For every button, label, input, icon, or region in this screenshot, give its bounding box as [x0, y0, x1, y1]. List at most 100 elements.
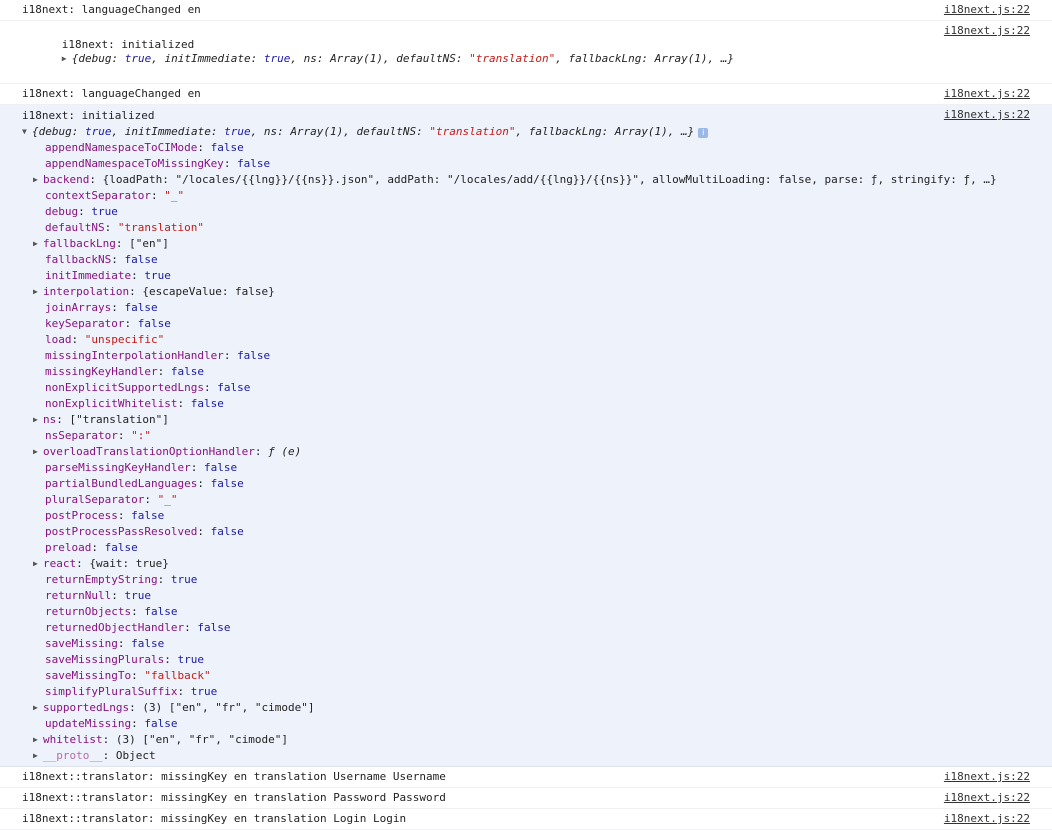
- property-value: false: [124, 253, 158, 266]
- console-message: i18next: languageChanged en i18next.js:2…: [0, 0, 1052, 21]
- property-value: {wait: true}: [89, 557, 169, 570]
- property-key: whitelist: [43, 733, 103, 746]
- property-row: defaultNS: "translation": [45, 221, 204, 234]
- devtools-console: i18next: languageChanged en i18next.js:2…: [0, 0, 1052, 830]
- property-key: pluralSeparator: [45, 493, 145, 506]
- source-link[interactable]: i18next.js:22: [944, 24, 1030, 38]
- property-value: false: [210, 141, 244, 154]
- property-value: true: [177, 653, 204, 666]
- property-key: postProcess: [45, 509, 118, 522]
- property-row: contextSeparator: "_": [45, 189, 185, 202]
- property-row: saveMissingTo: "fallback": [45, 669, 211, 682]
- expand-triangle-icon[interactable]: [33, 556, 43, 572]
- expand-triangle-icon[interactable]: [33, 748, 43, 764]
- property-row: nsSeparator: ":": [45, 429, 151, 442]
- console-message: i18next: initialized {debug: true, initI…: [0, 21, 1052, 84]
- property-row[interactable]: overloadTranslationOptionHandler: ƒ (e): [22, 444, 1052, 460]
- source-link[interactable]: i18next.js:22: [944, 770, 1030, 784]
- property-row: postProcess: false: [45, 509, 165, 522]
- property-value: true: [190, 685, 218, 698]
- console-message: i18next::translator: missingKey en trans…: [0, 809, 1052, 830]
- property-key: missingInterpolationHandler: [45, 349, 224, 362]
- expand-triangle-icon[interactable]: [33, 236, 43, 252]
- property-value: false: [104, 541, 138, 554]
- property-value: (3) ["en", "fr", "cimode"]: [115, 733, 289, 746]
- property-key: saveMissing: [45, 637, 118, 650]
- property-value: false: [203, 461, 238, 474]
- property-value: "_": [157, 493, 178, 506]
- object-preview[interactable]: {debug: true, initImmediate: true, ns: A…: [72, 52, 734, 65]
- property-row[interactable]: ns: ["translation"]: [22, 412, 1052, 428]
- property-row: postProcessPassResolved: false: [45, 525, 244, 538]
- property-row[interactable]: supportedLngs: (3) ["en", "fr", "cimode"…: [22, 700, 1052, 716]
- property-key: saveMissingPlurals: [45, 653, 165, 666]
- property-key: ns: [43, 413, 57, 426]
- collapse-triangle-icon[interactable]: [22, 124, 32, 140]
- property-row: appendNamespaceToCIMode: false: [45, 141, 244, 154]
- property-row[interactable]: react: {wait: true}: [22, 556, 1052, 572]
- property-row[interactable]: __proto__: Object: [22, 748, 1052, 764]
- property-value: false: [217, 381, 251, 394]
- property-value: ["en"]: [129, 237, 169, 250]
- console-message: i18next: languageChanged en i18next.js:2…: [0, 84, 1052, 105]
- property-row: nonExplicitSupportedLngs: false: [45, 381, 251, 394]
- property-row[interactable]: backend: {loadPath: "/locales/{{lng}}/{{…: [22, 172, 1052, 188]
- expand-triangle-icon[interactable]: [62, 52, 72, 66]
- property-key: fallbackLng: [43, 237, 116, 250]
- property-row: joinArrays: false: [45, 301, 158, 314]
- property-key: returnedObjectHandler: [45, 621, 185, 634]
- console-message: i18next::translator: missingKey en trans…: [0, 767, 1052, 788]
- property-key: parseMissingKeyHandler: [45, 461, 191, 474]
- expand-triangle-icon[interactable]: [33, 700, 43, 716]
- source-link[interactable]: i18next.js:22: [944, 108, 1030, 122]
- property-row: keySeparator: false: [45, 317, 171, 330]
- source-link[interactable]: i18next.js:22: [944, 791, 1030, 805]
- message-text: i18next::translator: missingKey en trans…: [22, 812, 407, 825]
- info-icon[interactable]: i: [698, 128, 709, 138]
- object-summary[interactable]: {debug: true, initImmediate: true, ns: A…: [22, 124, 1052, 140]
- source-link[interactable]: i18next.js:22: [944, 3, 1030, 17]
- property-row: missingInterpolationHandler: false: [45, 349, 271, 362]
- property-row[interactable]: interpolation: {escapeValue: false}: [22, 284, 1052, 300]
- property-key: contextSeparator: [45, 189, 151, 202]
- expand-triangle-icon[interactable]: [33, 732, 43, 748]
- property-key: nonExplicitWhitelist: [45, 397, 178, 410]
- source-link[interactable]: i18next.js:22: [944, 87, 1030, 101]
- property-row[interactable]: fallbackLng: ["en"]: [22, 236, 1052, 252]
- property-key: postProcessPassResolved: [45, 525, 198, 538]
- property-value: "fallback": [144, 669, 211, 682]
- property-key: fallbackNS: [45, 253, 112, 266]
- property-value: false: [210, 525, 244, 538]
- property-value: false: [197, 621, 231, 634]
- expand-triangle-icon[interactable]: [33, 284, 43, 300]
- console-message-expanded: i18next: initialized {debug: true, initI…: [0, 105, 1052, 767]
- property-row[interactable]: whitelist: (3) ["en", "fr", "cimode"]: [22, 732, 1052, 748]
- property-row: returnedObjectHandler: false: [45, 621, 231, 634]
- property-key: returnObjects: [45, 605, 132, 618]
- property-key: __proto__: [43, 749, 103, 762]
- expand-triangle-icon[interactable]: [33, 444, 43, 460]
- property-row: returnNull: true: [45, 589, 151, 602]
- expand-triangle-icon[interactable]: [33, 172, 43, 188]
- property-row: saveMissingPlurals: true: [45, 653, 204, 666]
- property-key: appendNamespaceToMissingKey: [45, 157, 224, 170]
- property-row: load: "unspecific": [45, 333, 165, 346]
- property-key: load: [45, 333, 72, 346]
- property-value: Object: [115, 749, 156, 762]
- property-key: preload: [45, 541, 92, 554]
- property-value: "_": [164, 189, 185, 202]
- property-value: false: [170, 365, 204, 378]
- property-value: true: [124, 589, 151, 602]
- property-value: true: [170, 573, 198, 586]
- property-row: returnObjects: false: [45, 605, 178, 618]
- property-key: keySeparator: [45, 317, 125, 330]
- source-link[interactable]: i18next.js:22: [944, 812, 1030, 826]
- property-row: fallbackNS: false: [45, 253, 158, 266]
- property-row: nonExplicitWhitelist: false: [45, 397, 224, 410]
- property-value: (3) ["en", "fr", "cimode"]: [142, 701, 315, 714]
- property-value: false: [237, 157, 271, 170]
- property-value: {escapeValue: false}: [142, 285, 275, 298]
- message-text: i18next: languageChanged en: [22, 3, 201, 16]
- expand-triangle-icon[interactable]: [33, 412, 43, 428]
- property-value: "translation": [117, 221, 204, 234]
